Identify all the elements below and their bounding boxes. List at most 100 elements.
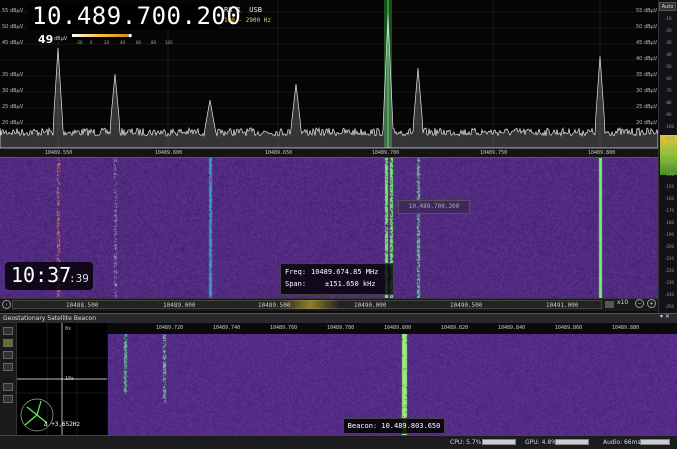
db-label-right: 25 dBµV — [636, 104, 658, 110]
db-label: 45 dBµV — [2, 40, 24, 46]
tip-freq-value: 10489.674.85 MHz — [311, 268, 379, 276]
db-label-right: 30 dBµV — [636, 88, 658, 94]
phase-scope[interactable]: 0s 10s — [17, 323, 107, 435]
cursor-frequency: 10.489.700.200 — [398, 200, 470, 214]
frequency-axis: 10489.550 10489.600 10489.650 10489.700 … — [0, 148, 658, 158]
db-label-right: 35 dBµV — [636, 72, 658, 78]
auto-button[interactable]: Auto — [659, 2, 676, 11]
db-label-right: 40 dBµV — [636, 56, 658, 62]
db-label: 55 dBµV — [2, 8, 24, 14]
panel-toolbar — [0, 323, 17, 435]
scroll-left-icon[interactable]: ‹ — [2, 300, 11, 309]
signal-level-value: 49 — [38, 33, 54, 46]
db-label: 50 dBµV — [2, 24, 24, 30]
scope-label: 10s — [65, 376, 75, 382]
tip-span-value: ±151.650 kHz — [325, 280, 376, 288]
tip-span-label: Span: — [285, 280, 307, 288]
audio-meter — [640, 439, 670, 445]
clock-seconds: :39 — [69, 272, 89, 285]
panel-title: Geostationary Satellite Beacon — [0, 313, 677, 323]
scroll-tick-label: 10489.500 — [258, 302, 291, 309]
beacon-frequency-axis: 10489.720 10489.740 10489.760 10489.780 … — [108, 323, 677, 334]
cpu-meter — [482, 439, 516, 445]
scroll-tick-label: 10491.000 — [546, 302, 579, 309]
gauge-tick-label: -170 — [665, 208, 675, 213]
phone-icon[interactable] — [3, 395, 13, 403]
zoom-in-icon[interactable]: + — [647, 299, 656, 308]
gauge-tick-label: -80 — [665, 100, 672, 105]
gauge-tick-label: -120 — [665, 148, 675, 153]
save-icon[interactable] — [3, 383, 13, 391]
gauge-tick-label: -40 — [665, 52, 672, 57]
db-label: 20 dBµV — [2, 120, 24, 126]
signal-level-meter — [72, 34, 132, 38]
gpu-usage: GPU: 4.8% — [525, 439, 557, 446]
gauge-tick-label: -140 — [665, 172, 675, 177]
scope-label: 0s — [65, 326, 72, 332]
tip-freq-label: Freq: — [285, 268, 307, 276]
frequency-scrollbar[interactable]: ‹ 10488.500 10489.000 10489.500 10490.00… — [0, 298, 658, 311]
beacon-tick-label: 10489.880 — [612, 325, 640, 331]
db-label-right: 20 dBµV — [636, 120, 658, 126]
gauge-tick-label: -70 — [665, 88, 672, 93]
gain-gauge[interactable]: -10 -20 -30 -40 -50 -60 -70 -80 -90 -100 -110 -120 -… — [658, 0, 677, 318]
gauge-tick-label: -60 — [665, 76, 672, 81]
freq-tick-label: 10489.800 — [588, 150, 616, 156]
beacon-tick-label: 10489.840 — [498, 325, 526, 331]
freq-tick-label: 10489.600 — [155, 150, 183, 156]
gauge-tick-label: -20 — [665, 28, 672, 33]
spectrum-mini-icon[interactable] — [605, 301, 614, 308]
beacon-tick-label: 10489.760 — [270, 325, 298, 331]
gain-gauge-level[interactable] — [660, 135, 677, 175]
beacon-tick-label: 10489.860 — [555, 325, 583, 331]
freq-tick-label: 10489.550 — [45, 150, 73, 156]
freq-tick-label: 10489.750 — [480, 150, 508, 156]
target-icon[interactable] — [3, 351, 13, 359]
gauge-tick-label: -100 — [665, 124, 675, 129]
zoom-out-icon[interactable]: − — [635, 299, 644, 308]
mode-label: USB — [249, 6, 262, 14]
gauge-tick-label: -160 — [665, 196, 675, 201]
freq-tick-label: 10489.650 — [265, 150, 293, 156]
scroll-tick-label: 10490.500 — [450, 302, 483, 309]
gauge-tick-label: -240 — [665, 292, 675, 297]
beacon-tick-label: 10489.720 — [156, 325, 184, 331]
db-label: 25 dBµV — [2, 104, 24, 110]
gauge-tick-label: -200 — [665, 244, 675, 249]
phase-scope-graph — [17, 323, 107, 435]
frequency-tooltip: Freq: 10489.674.85 MHz Span: ±151.650 kH… — [280, 263, 394, 295]
clock-time: 10:37 — [11, 263, 72, 287]
beacon-tick-label: 10489.800 — [384, 325, 412, 331]
cpu-usage: CPU: 5.7% — [450, 439, 482, 446]
chart-icon[interactable] — [3, 339, 13, 347]
gauge-tick-label: -50 — [665, 64, 672, 69]
scope-icon[interactable] — [3, 363, 13, 371]
gpu-meter — [555, 439, 589, 445]
beacon-tick-label: 10489.740 — [213, 325, 241, 331]
gauge-tick-label: -230 — [665, 280, 675, 285]
zoom-level[interactable]: x10 — [617, 299, 628, 306]
bandwidth-label[interactable]: 100 - 2900 Hz — [224, 17, 271, 24]
gauge-tick-label: -30 — [665, 40, 672, 45]
db-label-right: 50 dBµV — [636, 24, 658, 30]
db-label-right: 55 dBµV — [636, 8, 658, 14]
db-label: 30 dBµV — [2, 88, 24, 94]
beacon-frequency: Beacon: 10.489.803.650 — [343, 418, 445, 434]
gauge-tick-label: -190 — [665, 232, 675, 237]
panel-controls[interactable]: ▾ ✕ — [660, 313, 670, 320]
frequency-display[interactable]: 10.489.700.200 — [32, 2, 241, 30]
bulb-icon[interactable] — [3, 327, 13, 335]
status-bar: CPU: 5.7% GPU: 4.8% Audio: 66ms — [0, 435, 677, 449]
gauge-tick-label: -130 — [665, 160, 675, 165]
gauge-tick-label: -10 — [665, 16, 672, 21]
delta-frequency: Δ +3,652Hz — [44, 421, 81, 428]
db-label-right: 45 dBµV — [636, 40, 658, 46]
gauge-tick-label: -220 — [665, 268, 675, 273]
beacon-tick-label: 10489.780 — [327, 325, 355, 331]
gauge-tick-label: -210 — [665, 256, 675, 261]
scroll-tick-label: 10488.500 — [66, 302, 99, 309]
rx-label: RX 1 — [224, 6, 241, 14]
gauge-tick-label: -250 — [665, 304, 675, 309]
freq-tick-label: 10489.700 — [372, 150, 400, 156]
rx-mode-label[interactable]: RX 1 USB — [224, 6, 262, 14]
